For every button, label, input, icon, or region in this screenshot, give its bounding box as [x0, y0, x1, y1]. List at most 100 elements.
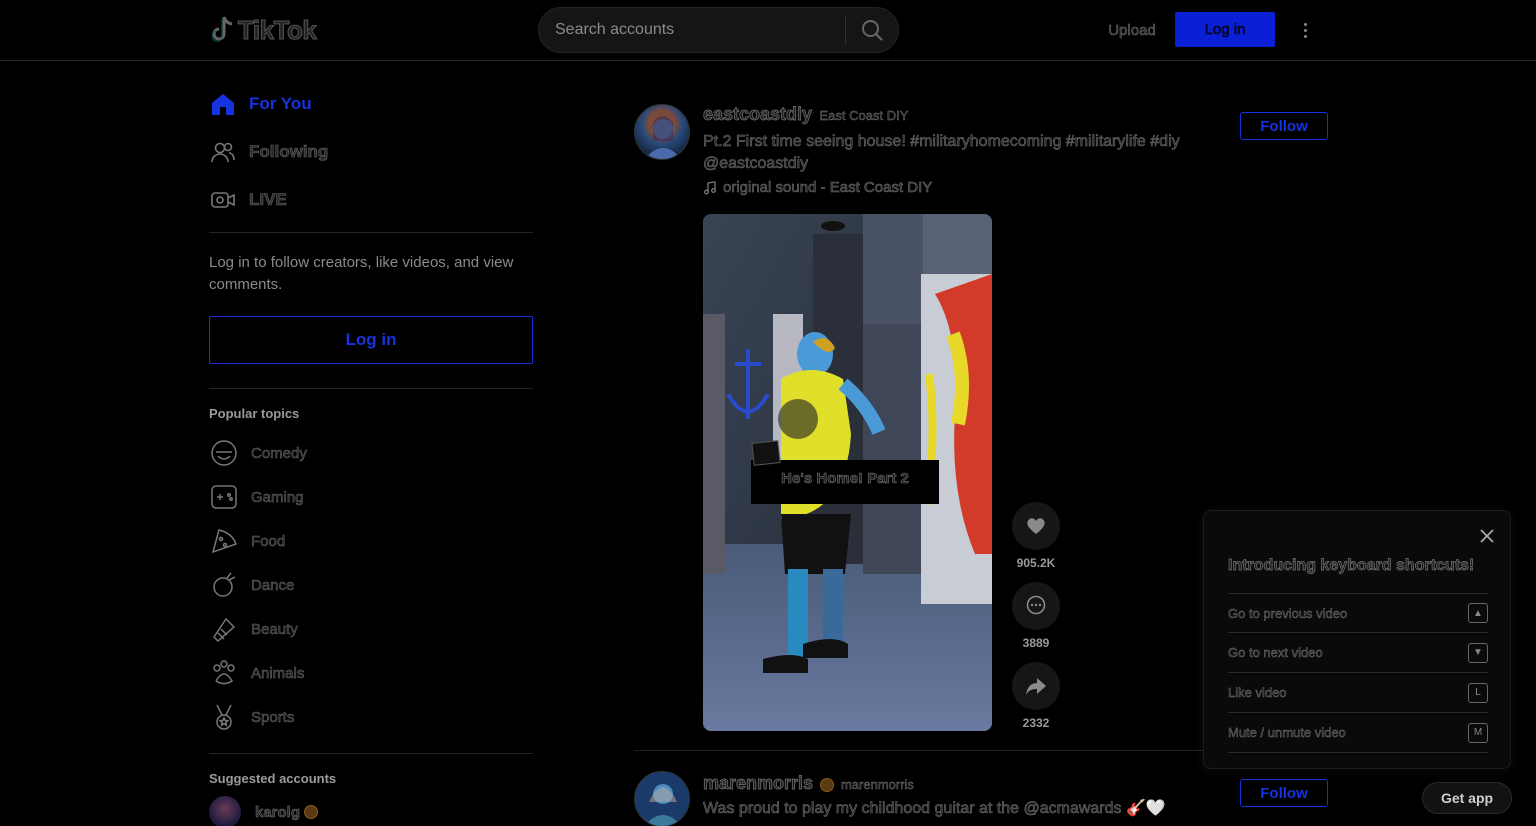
- suggested-accounts-title: Suggested accounts: [209, 771, 337, 786]
- shortcut-row: Mute / unmute video M: [1228, 713, 1488, 753]
- author-nickname: East Coast DIY: [819, 108, 909, 123]
- topic-label: Dance: [251, 576, 295, 594]
- suggested-account[interactable]: karolg: [209, 796, 533, 826]
- gamepad-icon: [209, 482, 239, 512]
- author-name[interactable]: eastcoastdiy: [703, 104, 813, 125]
- verified-badge-icon: [304, 805, 319, 819]
- l-key-icon: L: [1468, 682, 1488, 703]
- share-icon: [1026, 678, 1046, 695]
- share-count: 2332: [1022, 716, 1050, 730]
- shortcut-label: Go to next video: [1228, 645, 1323, 660]
- shortcut-label: Mute / unmute video: [1228, 725, 1346, 740]
- search-bar: [538, 7, 899, 53]
- topic-food[interactable]: Food: [209, 519, 533, 563]
- login-blurb: Log in to follow creators, like videos, …: [209, 254, 514, 293]
- verified-badge-icon: [819, 777, 834, 792]
- shortcut-row: Go to previous video ▲: [1228, 593, 1488, 633]
- dot: [1303, 34, 1307, 38]
- dot: [1303, 28, 1307, 32]
- shortcuts-list: Go to previous video ▲ Go to next video …: [1228, 593, 1488, 753]
- topic-comedy[interactable]: Comedy: [209, 431, 533, 475]
- users-icon: [209, 138, 237, 166]
- left-sidebar: For You Following LIVE Log in to follow …: [209, 80, 533, 826]
- share-button[interactable]: [1012, 662, 1060, 710]
- search-button[interactable]: [846, 8, 898, 52]
- shortcut-label: Like video: [1228, 685, 1287, 700]
- arrow-down-key-icon: ▼: [1468, 642, 1488, 663]
- post-meta: eastcoastdiy East Coast DIY Pt.2 First t…: [703, 104, 1203, 197]
- topic-animals[interactable]: Animals: [209, 651, 533, 695]
- topic-label: Comedy: [251, 444, 307, 462]
- music-note-icon: [704, 180, 716, 194]
- logo-text: TikTok: [237, 14, 317, 45]
- shortcuts-title: Introducing keyboard shortcuts!: [1228, 557, 1475, 575]
- dot: [1303, 22, 1307, 26]
- follow-button[interactable]: Follow: [1240, 779, 1328, 807]
- top-header: TikTok Upload Log in: [0, 0, 1536, 61]
- comedy-icon: [209, 438, 239, 468]
- popular-topics-title: Popular topics: [209, 406, 300, 421]
- post-meta: marenmorris marenmorris Was proud to pla…: [703, 773, 1223, 820]
- comment-count: 3889: [1022, 636, 1050, 650]
- shortcut-row: Like video L: [1228, 673, 1488, 713]
- like-button[interactable]: [1012, 502, 1060, 550]
- sound-title: original sound - East Coast DIY: [723, 179, 933, 197]
- upload-link[interactable]: Upload: [1100, 14, 1164, 46]
- topic-label: Sports: [251, 708, 295, 726]
- pizza-icon: [209, 526, 239, 556]
- video-player[interactable]: He's Home! Part 2: [703, 214, 992, 731]
- nav-following[interactable]: Following: [209, 128, 533, 176]
- close-icon[interactable]: [1478, 527, 1496, 545]
- header-login-button[interactable]: Log in: [1175, 12, 1275, 47]
- m-key-icon: M: [1468, 722, 1488, 743]
- topic-dance[interactable]: Dance: [209, 563, 533, 607]
- sidebar-login-button[interactable]: Log in: [209, 316, 533, 364]
- follow-button[interactable]: Follow: [1240, 112, 1328, 140]
- get-app-button[interactable]: Get app: [1422, 782, 1512, 814]
- nav-label: Following: [249, 142, 329, 162]
- heart-icon: [1027, 518, 1045, 534]
- topic-label: Animals: [251, 664, 305, 682]
- tiktok-logo[interactable]: TikTok: [212, 12, 317, 48]
- like-count: 905.2K: [1016, 556, 1056, 570]
- feed-post: marenmorris marenmorris Was proud to pla…: [634, 771, 1328, 826]
- avatar-image: [644, 116, 682, 159]
- shortcut-row: Go to next video ▼: [1228, 633, 1488, 673]
- search-input[interactable]: [539, 8, 845, 52]
- search-icon: [862, 20, 883, 41]
- topic-label: Gaming: [251, 488, 304, 506]
- author-avatar[interactable]: [634, 104, 690, 160]
- like-action: 905.2K: [1012, 502, 1060, 570]
- nav-live[interactable]: LIVE: [209, 176, 533, 224]
- topic-sports[interactable]: Sports: [209, 695, 533, 739]
- post-actions: 905.2K 3889 2332: [1012, 502, 1060, 738]
- comment-action: 3889: [1012, 582, 1060, 650]
- author-avatar[interactable]: [634, 771, 690, 826]
- nav-for-you[interactable]: For You: [209, 80, 533, 128]
- topic-beauty[interactable]: Beauty: [209, 607, 533, 651]
- post-caption: Pt.2 First time seeing house! #militaryh…: [703, 133, 1180, 173]
- sound-link[interactable]: original sound - East Coast DIY: [703, 179, 1203, 196]
- shortcut-label: Go to previous video: [1228, 605, 1348, 621]
- more-menu-button[interactable]: [1294, 16, 1316, 44]
- arrow-up-key-icon: ▲: [1468, 603, 1488, 623]
- share-action: 2332: [1012, 662, 1060, 730]
- video-overlay-text: He's Home! Part 2: [781, 470, 909, 488]
- comment-button[interactable]: [1012, 582, 1060, 630]
- sidebar-divider: [209, 232, 533, 233]
- post-caption: Was proud to play my childhood guitar at…: [703, 800, 1166, 818]
- topic-label: Food: [251, 532, 286, 550]
- topic-gaming[interactable]: Gaming: [209, 475, 533, 519]
- tiktok-note-icon: [212, 16, 233, 42]
- suggested-account-name: karolg: [255, 803, 301, 821]
- topic-label: Beauty: [251, 620, 298, 638]
- avatar-image: [635, 772, 689, 826]
- lipstick-icon: [209, 614, 239, 644]
- author-name[interactable]: marenmorris: [703, 773, 814, 794]
- nav-label: For You: [249, 94, 312, 113]
- nav-label: LIVE: [249, 190, 287, 210]
- comment-icon: [1026, 595, 1046, 615]
- home-icon: [209, 90, 237, 118]
- dance-icon: [209, 570, 239, 600]
- live-camera-icon: [209, 186, 237, 214]
